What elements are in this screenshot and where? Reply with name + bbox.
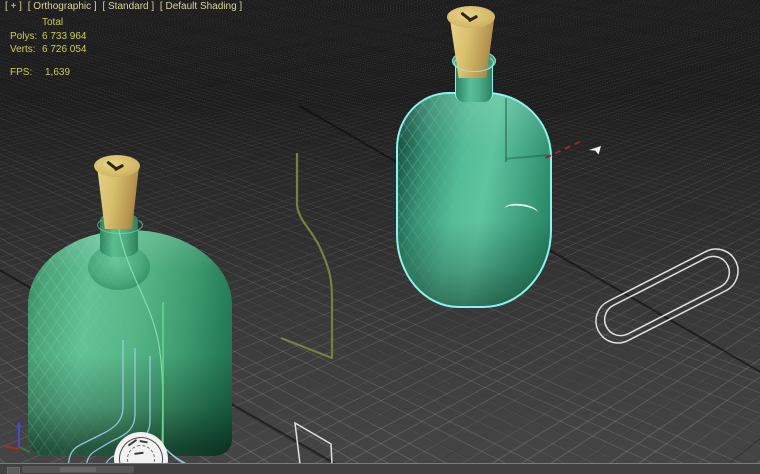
viewport-label: [ + ] [ Orthographic ] [ Standard ] [ De… (5, 1, 245, 12)
viewport-general-menu[interactable]: [ + ] (5, 1, 22, 12)
stadium-outline-shape[interactable] (592, 248, 742, 344)
stats-verts-value: 6 726 054 (42, 44, 87, 55)
bottle-right-crease (505, 98, 507, 162)
time-slider[interactable] (22, 466, 134, 473)
viewport-renderer-menu[interactable]: [ Standard ] (102, 1, 154, 12)
bottle-right-mouth-rim (454, 54, 494, 72)
bottle-left-mouth-rim (97, 216, 143, 234)
trapezoid-path[interactable] (294, 421, 333, 465)
stats-polys-label: Polys: (10, 31, 38, 42)
stadium-outer[interactable] (588, 241, 745, 350)
time-slider-thumb[interactable] (60, 467, 96, 472)
viewport-pov-menu[interactable]: [ Orthographic ] (28, 1, 97, 12)
bottle-right-wireframe (398, 94, 548, 304)
track-bar[interactable] (0, 463, 760, 474)
viewport-3d[interactable]: [ + ] [ Orthographic ] [ Standard ] [ De… (0, 0, 760, 474)
stats-total-label: Total (42, 17, 64, 28)
stats-fps-value: 1,639 (45, 67, 71, 78)
track-bar-button[interactable] (7, 467, 20, 474)
axis-y-icon (18, 446, 31, 453)
axis-z-icon (16, 422, 22, 447)
stats-polys-value: 6 733 964 (42, 31, 87, 42)
viewport-shading-menu[interactable]: [ Default Shading ] (160, 1, 242, 12)
cyan-spline-shapes[interactable] (55, 295, 295, 474)
stats-verts-label: Verts: (10, 44, 36, 55)
stats-fps-label: FPS: (10, 67, 33, 78)
world-origin-axis (4, 420, 46, 462)
